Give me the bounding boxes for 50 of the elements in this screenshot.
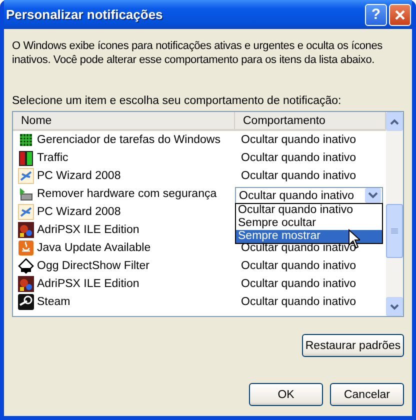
item-name[interactable]: PC Wizard 2008 xyxy=(13,167,235,185)
cancel-button[interactable]: Cancelar xyxy=(330,383,404,406)
ok-button[interactable]: OK xyxy=(249,383,323,406)
scroll-thumb[interactable] xyxy=(386,204,403,258)
tile-icon xyxy=(18,276,34,292)
item-label: PC Wizard 2008 xyxy=(37,206,121,218)
item-label: Traffic xyxy=(37,152,68,164)
bars-icon xyxy=(18,150,34,166)
scroll-down-button[interactable] xyxy=(386,297,403,316)
behavior-text: Ocultar quando inativo xyxy=(240,169,358,184)
item-label: Remover hardware com segurança xyxy=(37,188,217,200)
item-label: Ogg DirectShow Filter xyxy=(37,260,150,272)
chevron-down-icon xyxy=(390,304,399,310)
restore-defaults-button[interactable]: Restaurar padrões xyxy=(302,334,404,357)
behavior-dropdown[interactable]: Ocultar quando inativo xyxy=(235,186,383,204)
item-name[interactable]: Steam xyxy=(13,293,235,311)
dropdown-option[interactable]: Sempre mostrar xyxy=(236,230,382,243)
grid-icon xyxy=(18,132,34,148)
item-label: AdriPSX ILE Edition xyxy=(37,224,140,236)
window-title: Personalizar notificações xyxy=(6,7,164,22)
chevron-up-icon xyxy=(390,118,399,124)
behavior-text: Ocultar quando inativo xyxy=(240,151,358,166)
item-name[interactable]: Java Update Available xyxy=(13,239,235,257)
item-name[interactable]: AdriPSX ILE Edition xyxy=(13,275,235,293)
close-icon xyxy=(394,8,406,20)
item-name[interactable]: Gerenciador de tarefas do Windows xyxy=(13,131,235,149)
close-button[interactable] xyxy=(389,4,411,26)
scroll-up-button[interactable] xyxy=(386,112,403,131)
diamond-icon xyxy=(18,258,34,274)
item-label: AdriPSX ILE Edition xyxy=(37,278,140,290)
behavior-text: Ocultar quando inativo xyxy=(240,133,358,148)
device-icon xyxy=(18,186,34,202)
item-name[interactable]: Traffic xyxy=(13,149,235,167)
description-text: O Windows exibe ícones para notificações ativas e urgentes e oculta os ícones inativos. Você pode alterar esse comportamento para os itens da lista abaixo. xyxy=(12,39,384,67)
list-label: Selecione um item e escolha seu comportamento de notificação: xyxy=(12,95,342,107)
behavior-text: Ocultar quando inativo xyxy=(240,259,358,274)
behavior-text: Ocultar quando inativo xyxy=(240,295,358,310)
column-header[interactable]: Nome xyxy=(13,112,235,129)
item-label: Java Update Available xyxy=(37,242,151,254)
item-label: Steam xyxy=(37,296,70,308)
behavior-text: Ocultar quando inativo xyxy=(240,277,358,292)
item-name[interactable]: PC Wizard 2008 xyxy=(13,203,235,221)
item-name[interactable]: AdriPSX ILE Edition xyxy=(13,221,235,239)
item-name[interactable]: Ogg DirectShow Filter xyxy=(13,257,235,275)
item-name[interactable]: Remover hardware com segurança xyxy=(13,185,235,203)
item-label: Gerenciador de tarefas do Windows xyxy=(37,134,220,146)
cup-icon xyxy=(18,240,34,256)
caret-icon xyxy=(365,188,381,203)
tile-icon xyxy=(18,222,34,238)
item-label: PC Wizard 2008 xyxy=(37,170,121,182)
